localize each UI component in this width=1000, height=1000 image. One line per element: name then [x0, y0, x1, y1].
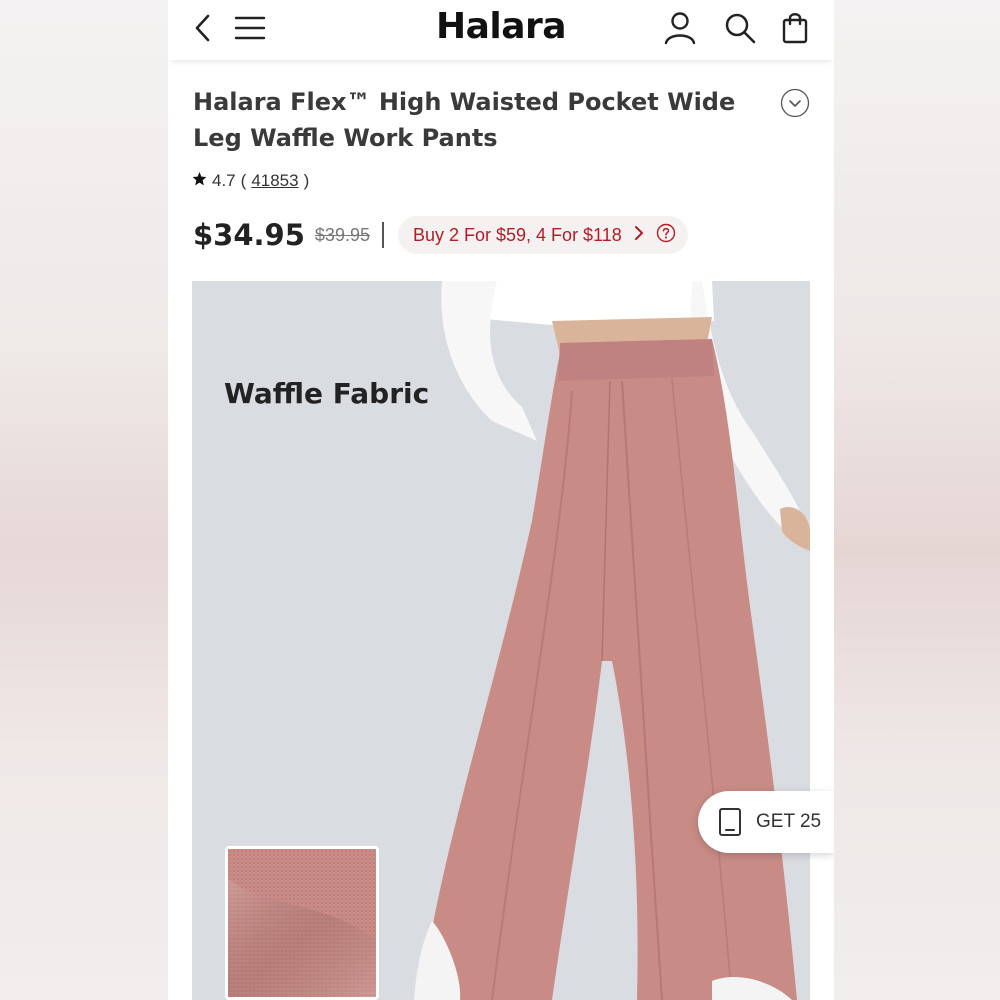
promo-text: Buy 2 For $59, 4 For $118 — [412, 224, 622, 245]
fabric-label: Waffle Fabric — [224, 377, 430, 410]
bag-icon[interactable] — [778, 10, 814, 46]
star-icon — [192, 171, 207, 191]
account-icon[interactable] — [662, 10, 698, 46]
current-price: $34.95 — [193, 218, 305, 252]
phone-icon — [719, 808, 741, 836]
top-nav-bar: Halara — [168, 0, 834, 60]
rating-paren-open: ( — [240, 171, 247, 190]
price-row: $34.95 $39.95 Buy 2 For $59, 4 For $118 — [193, 215, 688, 255]
product-title: Halara Flex™ High Waisted Pocket Wide Le… — [193, 88, 736, 152]
rating-row: 4.7 ( 41853 ) — [192, 171, 309, 191]
chevron-right-icon — [632, 225, 646, 246]
get-label: GET 25 — [756, 811, 822, 832]
price-divider — [381, 222, 384, 248]
rating-value: 4.7 — [212, 171, 236, 190]
original-price: $39.95 — [314, 224, 370, 245]
search-icon[interactable] — [722, 10, 758, 46]
promo-pill[interactable]: Buy 2 For $59, 4 For $118 — [397, 216, 688, 254]
review-count-link[interactable]: 41853 — [251, 171, 298, 191]
help-icon[interactable] — [656, 223, 676, 248]
fabric-swatch-image[interactable] — [225, 846, 379, 1000]
app-download-pill[interactable]: GET 25 — [698, 791, 834, 853]
background-right — [834, 0, 1000, 1000]
rating-paren-close: ) — [303, 171, 310, 190]
phone-screen: Halara Halara Flex™ High Waisted Pocket … — [168, 0, 834, 1000]
chevron-down-icon[interactable] — [780, 88, 810, 118]
product-image[interactable]: Waffle Fabric — [192, 281, 810, 1000]
background-left — [0, 0, 168, 1000]
